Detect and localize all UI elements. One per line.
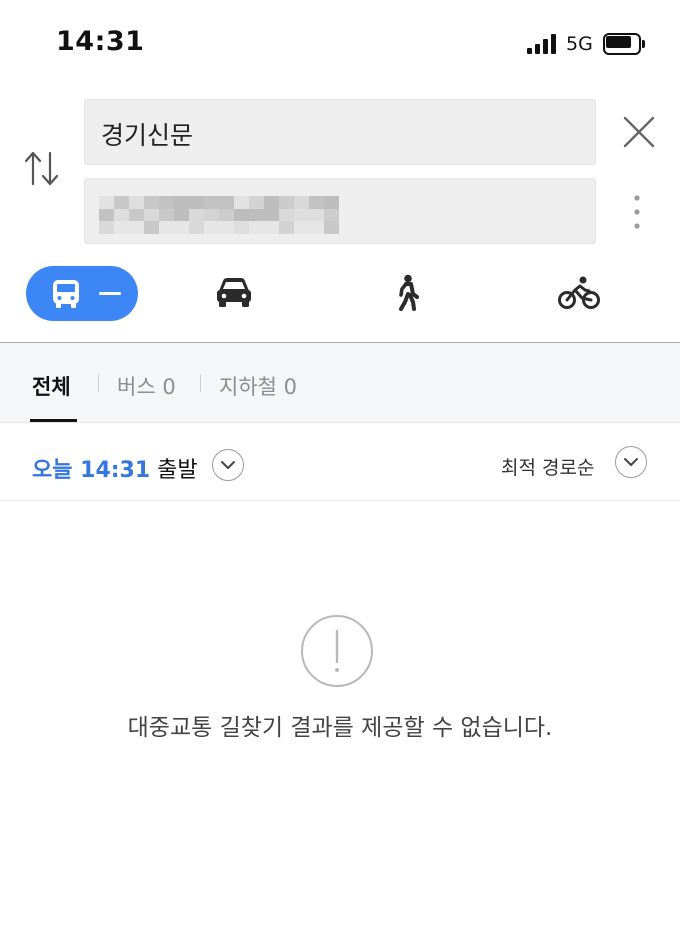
departure-suffix: 출발 — [157, 458, 198, 483]
mosaic-cell — [219, 208, 234, 222]
mosaic-cell — [264, 196, 279, 209]
mosaic-cell — [309, 196, 324, 209]
origin-text: 경기신문 — [101, 121, 194, 150]
mosaic-cell — [129, 221, 144, 234]
mosaic-cell — [264, 208, 279, 222]
alert-icon — [300, 614, 374, 688]
mosaic-cell — [309, 221, 324, 234]
mosaic-cell — [144, 221, 159, 234]
departure-time: 오늘 14:31 — [32, 458, 151, 483]
mosaic-cell — [234, 221, 249, 234]
mode-walk-button[interactable] — [393, 274, 421, 312]
mosaic-cell — [219, 196, 234, 209]
status-bar: 14:31 5G — [0, 0, 680, 86]
mosaic-cell — [249, 208, 264, 222]
mosaic-cell — [114, 221, 129, 234]
mosaic-cell — [279, 221, 294, 234]
mosaic-cell — [294, 221, 309, 234]
route-type-tabs: 전체 버스 0 지하철 0 — [0, 343, 680, 423]
mosaic-cell — [99, 221, 114, 234]
mosaic-cell — [129, 196, 144, 209]
mosaic-cell — [249, 221, 264, 234]
tab-bus[interactable]: 버스 0 — [117, 371, 176, 401]
more-icon[interactable] — [627, 193, 647, 231]
bus-icon — [53, 280, 79, 308]
mosaic-cell — [144, 208, 159, 222]
departure-time-button[interactable]: 오늘 14:31 출발 — [32, 452, 198, 484]
walk-icon — [399, 274, 419, 311]
filter-row: 오늘 14:31 출발 최적 경로순 — [0, 424, 680, 501]
mosaic-cell — [99, 196, 114, 209]
mosaic-cell — [189, 221, 204, 234]
mosaic-cell — [174, 221, 189, 234]
mosaic-cell — [249, 196, 264, 209]
signal-icon — [527, 34, 557, 54]
close-icon[interactable] — [622, 115, 656, 149]
mosaic-cell — [204, 221, 219, 234]
mosaic-cell — [324, 221, 339, 234]
mosaic-cell — [294, 196, 309, 209]
mode-transit-button[interactable]: — — [26, 266, 138, 321]
mosaic-cell — [309, 208, 324, 222]
mosaic-cell — [279, 208, 294, 222]
tab-separator — [200, 374, 201, 392]
redacted-destination — [99, 196, 339, 234]
tab-active-indicator — [30, 419, 77, 422]
mosaic-cell — [324, 208, 339, 222]
empty-state-message: 대중교통 길찾기 결과를 제공할 수 없습니다. — [127, 715, 553, 741]
mosaic-cell — [204, 196, 219, 209]
tab-subway[interactable]: 지하철 0 — [219, 371, 297, 401]
battery-icon — [603, 33, 645, 55]
mosaic-cell — [264, 221, 279, 234]
mosaic-cell — [129, 208, 144, 222]
origin-input[interactable]: 경기신문 — [84, 99, 596, 165]
mosaic-cell — [159, 208, 174, 222]
mosaic-cell — [204, 208, 219, 222]
mosaic-cell — [234, 208, 249, 222]
tab-separator — [98, 374, 99, 392]
tab-all[interactable]: 전체 — [32, 371, 71, 401]
mosaic-cell — [159, 196, 174, 209]
departure-dropdown-icon[interactable] — [212, 449, 244, 481]
mode-bicycle-button[interactable] — [558, 276, 600, 310]
mosaic-cell — [219, 221, 234, 234]
mosaic-cell — [189, 208, 204, 222]
mosaic-cell — [279, 196, 294, 209]
destination-input[interactable] — [84, 178, 596, 244]
mosaic-cell — [159, 221, 174, 234]
mosaic-cell — [144, 196, 159, 209]
mosaic-cell — [234, 196, 249, 209]
sort-label[interactable]: 최적 경로순 — [501, 453, 594, 480]
mosaic-cell — [324, 196, 339, 209]
network-label: 5G — [566, 33, 593, 55]
mosaic-cell — [114, 196, 129, 209]
car-icon — [217, 278, 251, 307]
swap-icon[interactable] — [24, 148, 60, 188]
sort-dropdown-icon[interactable] — [615, 446, 647, 478]
status-time: 14:31 — [56, 26, 145, 57]
mosaic-cell — [114, 208, 129, 222]
mosaic-cell — [294, 208, 309, 222]
mosaic-cell — [99, 208, 114, 222]
bicycle-icon — [558, 276, 600, 309]
mode-car-button[interactable] — [214, 276, 254, 310]
mosaic-cell — [189, 196, 204, 209]
mosaic-cell — [174, 208, 189, 222]
mosaic-cell — [174, 196, 189, 209]
transit-summary: — — [98, 278, 122, 306]
